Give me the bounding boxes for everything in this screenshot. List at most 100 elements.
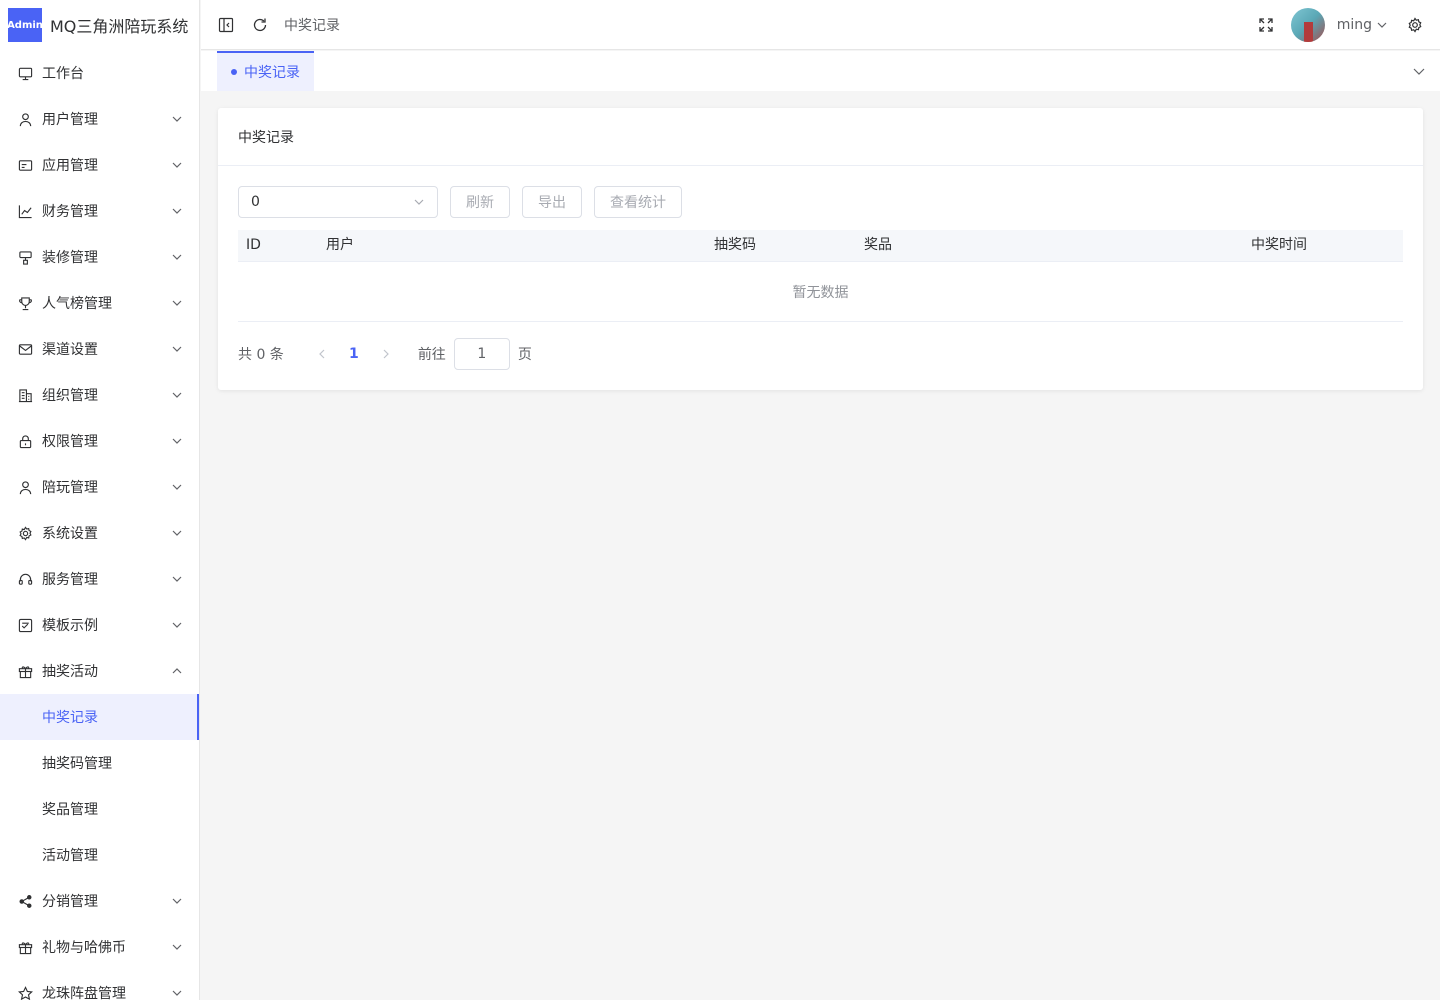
user-icon bbox=[18, 112, 33, 127]
export-button[interactable]: 导出 bbox=[522, 186, 582, 218]
refresh-icon[interactable] bbox=[251, 16, 269, 34]
gear-icon bbox=[18, 525, 33, 541]
sidebar-item-popularity[interactable]: 人气榜管理 bbox=[0, 280, 199, 326]
page-number[interactable]: 1 bbox=[338, 340, 370, 368]
share-icon bbox=[18, 894, 33, 909]
sidebar-subitem-activities[interactable]: 活动管理 bbox=[0, 832, 199, 878]
column-header-time[interactable]: 中奖时间 bbox=[1251, 230, 1307, 262]
sidebar-item-label: 组织管理 bbox=[42, 388, 98, 404]
chevron-down-icon bbox=[171, 619, 183, 631]
sidebar-item-label: 服务管理 bbox=[42, 572, 98, 588]
sidebar-item-label: 龙珠阵盘管理 bbox=[42, 986, 126, 1000]
prev-page-icon[interactable] bbox=[306, 340, 338, 368]
sidebar-item-decoration[interactable]: 装修管理 bbox=[0, 234, 199, 280]
user-icon bbox=[18, 480, 33, 495]
sidebar-item-label: 权限管理 bbox=[42, 434, 98, 450]
chevron-down-icon[interactable] bbox=[1412, 64, 1426, 78]
mail-icon bbox=[18, 342, 33, 357]
sidebar-item-gifts[interactable]: 礼物与哈佛币 bbox=[0, 924, 199, 970]
logo[interactable]: Admin MQ三角洲陪玩系统 bbox=[0, 0, 199, 50]
tag-win-records[interactable]: 中奖记录 bbox=[217, 51, 314, 91]
sidebar-item-label: 分销管理 bbox=[42, 894, 98, 910]
sidebar-item-label: 人气榜管理 bbox=[42, 296, 112, 312]
header-right: ming bbox=[1257, 0, 1424, 50]
sidebar-item-label: 礼物与哈佛币 bbox=[42, 940, 126, 956]
lock-icon bbox=[18, 434, 33, 449]
view-stats-button[interactable]: 查看统计 bbox=[594, 186, 682, 218]
chevron-down-icon bbox=[171, 481, 183, 493]
gift-icon bbox=[18, 664, 33, 679]
sidebar-item-organization[interactable]: 组织管理 bbox=[0, 372, 199, 418]
chevron-up-icon bbox=[171, 665, 183, 677]
sidebar-item-label: 用户管理 bbox=[42, 112, 98, 128]
collapse-sidebar-icon[interactable] bbox=[217, 16, 235, 34]
trophy-icon bbox=[18, 296, 33, 311]
sidebar-item-channels[interactable]: 渠道设置 bbox=[0, 326, 199, 372]
headset-icon bbox=[18, 572, 33, 587]
sidebar-subitem-lottery-codes[interactable]: 抽奖码管理 bbox=[0, 740, 199, 786]
sidebar-item-system-settings[interactable]: 系统设置 bbox=[0, 510, 199, 556]
tag-label: 中奖记录 bbox=[244, 65, 300, 81]
active-dot bbox=[231, 69, 237, 75]
goto-page-input[interactable] bbox=[453, 338, 510, 370]
sidebar-item-apps[interactable]: 应用管理 bbox=[0, 142, 199, 188]
total-count: 共 0 条 bbox=[238, 347, 284, 363]
fullscreen-icon[interactable] bbox=[1257, 16, 1275, 34]
chevron-down-icon bbox=[171, 251, 183, 263]
sidebar-subitem-prizes[interactable]: 奖品管理 bbox=[0, 786, 199, 832]
app-title: MQ三角洲陪玩系统 bbox=[50, 17, 189, 36]
sidebar-item-label: 装修管理 bbox=[42, 250, 98, 266]
chevron-down-icon bbox=[171, 113, 183, 125]
sidebar-item-label: 陪玩管理 bbox=[42, 480, 98, 496]
column-header-prize[interactable]: 奖品 bbox=[864, 230, 892, 262]
chevron-down-icon bbox=[171, 159, 183, 171]
sidebar-item-label: 抽奖活动 bbox=[42, 664, 98, 680]
decor-icon bbox=[18, 250, 33, 265]
activity-select[interactable]: 0 bbox=[238, 186, 438, 218]
sidebar-item-label: 财务管理 bbox=[42, 204, 98, 220]
sidebar-item-users[interactable]: 用户管理 bbox=[0, 96, 199, 142]
chart-icon bbox=[18, 204, 33, 219]
column-header-id[interactable]: ID bbox=[246, 230, 261, 262]
sidebar-item-companions[interactable]: 陪玩管理 bbox=[0, 464, 199, 510]
monitor-icon bbox=[18, 66, 33, 81]
sidebar-item-workbench[interactable]: 工作台 bbox=[0, 50, 199, 96]
sidebar-item-finance[interactable]: 财务管理 bbox=[0, 188, 199, 234]
username[interactable]: ming bbox=[1337, 17, 1372, 33]
sidebar-menu: 工作台 用户管理 应用管理 财务管理 装修管理 人气榜管理 渠道设置 组织管理 … bbox=[0, 50, 199, 1000]
chevron-down-icon[interactable] bbox=[1376, 19, 1388, 31]
sidebar-item-distribution[interactable]: 分销管理 bbox=[0, 878, 199, 924]
gift-icon bbox=[18, 940, 33, 955]
records-card: 中奖记录 0 刷新 导出 查看统计 ID 用户 抽奖码 奖品 中奖时间 暂无数据… bbox=[218, 108, 1423, 390]
chevron-down-icon bbox=[171, 527, 183, 539]
avatar[interactable] bbox=[1290, 8, 1325, 42]
sidebar-item-templates[interactable]: 模板示例 bbox=[0, 602, 199, 648]
sidebar-subitem-win-records[interactable]: 中奖记录 bbox=[0, 694, 199, 740]
gear-icon[interactable] bbox=[1406, 16, 1424, 34]
logo-badge: Admin bbox=[7, 8, 43, 42]
next-page-icon[interactable] bbox=[370, 340, 402, 368]
top-header: 中奖记录 ming bbox=[201, 0, 1440, 50]
star-icon bbox=[18, 985, 33, 1000]
template-icon bbox=[18, 618, 33, 633]
page-suffix: 页 bbox=[517, 347, 532, 363]
refresh-button[interactable]: 刷新 bbox=[450, 186, 510, 218]
sidebar: Admin MQ三角洲陪玩系统 工作台 用户管理 应用管理 财务管理 装修管理 bbox=[0, 0, 200, 1000]
breadcrumb[interactable]: 中奖记录 bbox=[284, 15, 340, 35]
building-icon bbox=[18, 388, 33, 403]
sidebar-item-label: 应用管理 bbox=[42, 158, 98, 174]
toolbar: 0 刷新 导出 查看统计 bbox=[238, 186, 682, 218]
empty-state: 暂无数据 bbox=[238, 262, 1403, 322]
records-table: ID 用户 抽奖码 奖品 中奖时间 暂无数据 bbox=[238, 230, 1403, 322]
column-header-code[interactable]: 抽奖码 bbox=[714, 230, 756, 262]
sidebar-item-lottery[interactable]: 抽奖活动 bbox=[0, 648, 199, 694]
chevron-down-icon bbox=[171, 343, 183, 355]
table-header: ID 用户 抽奖码 奖品 中奖时间 bbox=[238, 230, 1403, 262]
tags-bar: 中奖记录 bbox=[201, 51, 1440, 91]
chevron-down-icon bbox=[171, 573, 183, 585]
chevron-down-icon bbox=[171, 389, 183, 401]
sidebar-item-permissions[interactable]: 权限管理 bbox=[0, 418, 199, 464]
column-header-user[interactable]: 用户 bbox=[326, 230, 354, 262]
sidebar-item-services[interactable]: 服务管理 bbox=[0, 556, 199, 602]
sidebar-item-dragonball[interactable]: 龙珠阵盘管理 bbox=[0, 970, 199, 1000]
